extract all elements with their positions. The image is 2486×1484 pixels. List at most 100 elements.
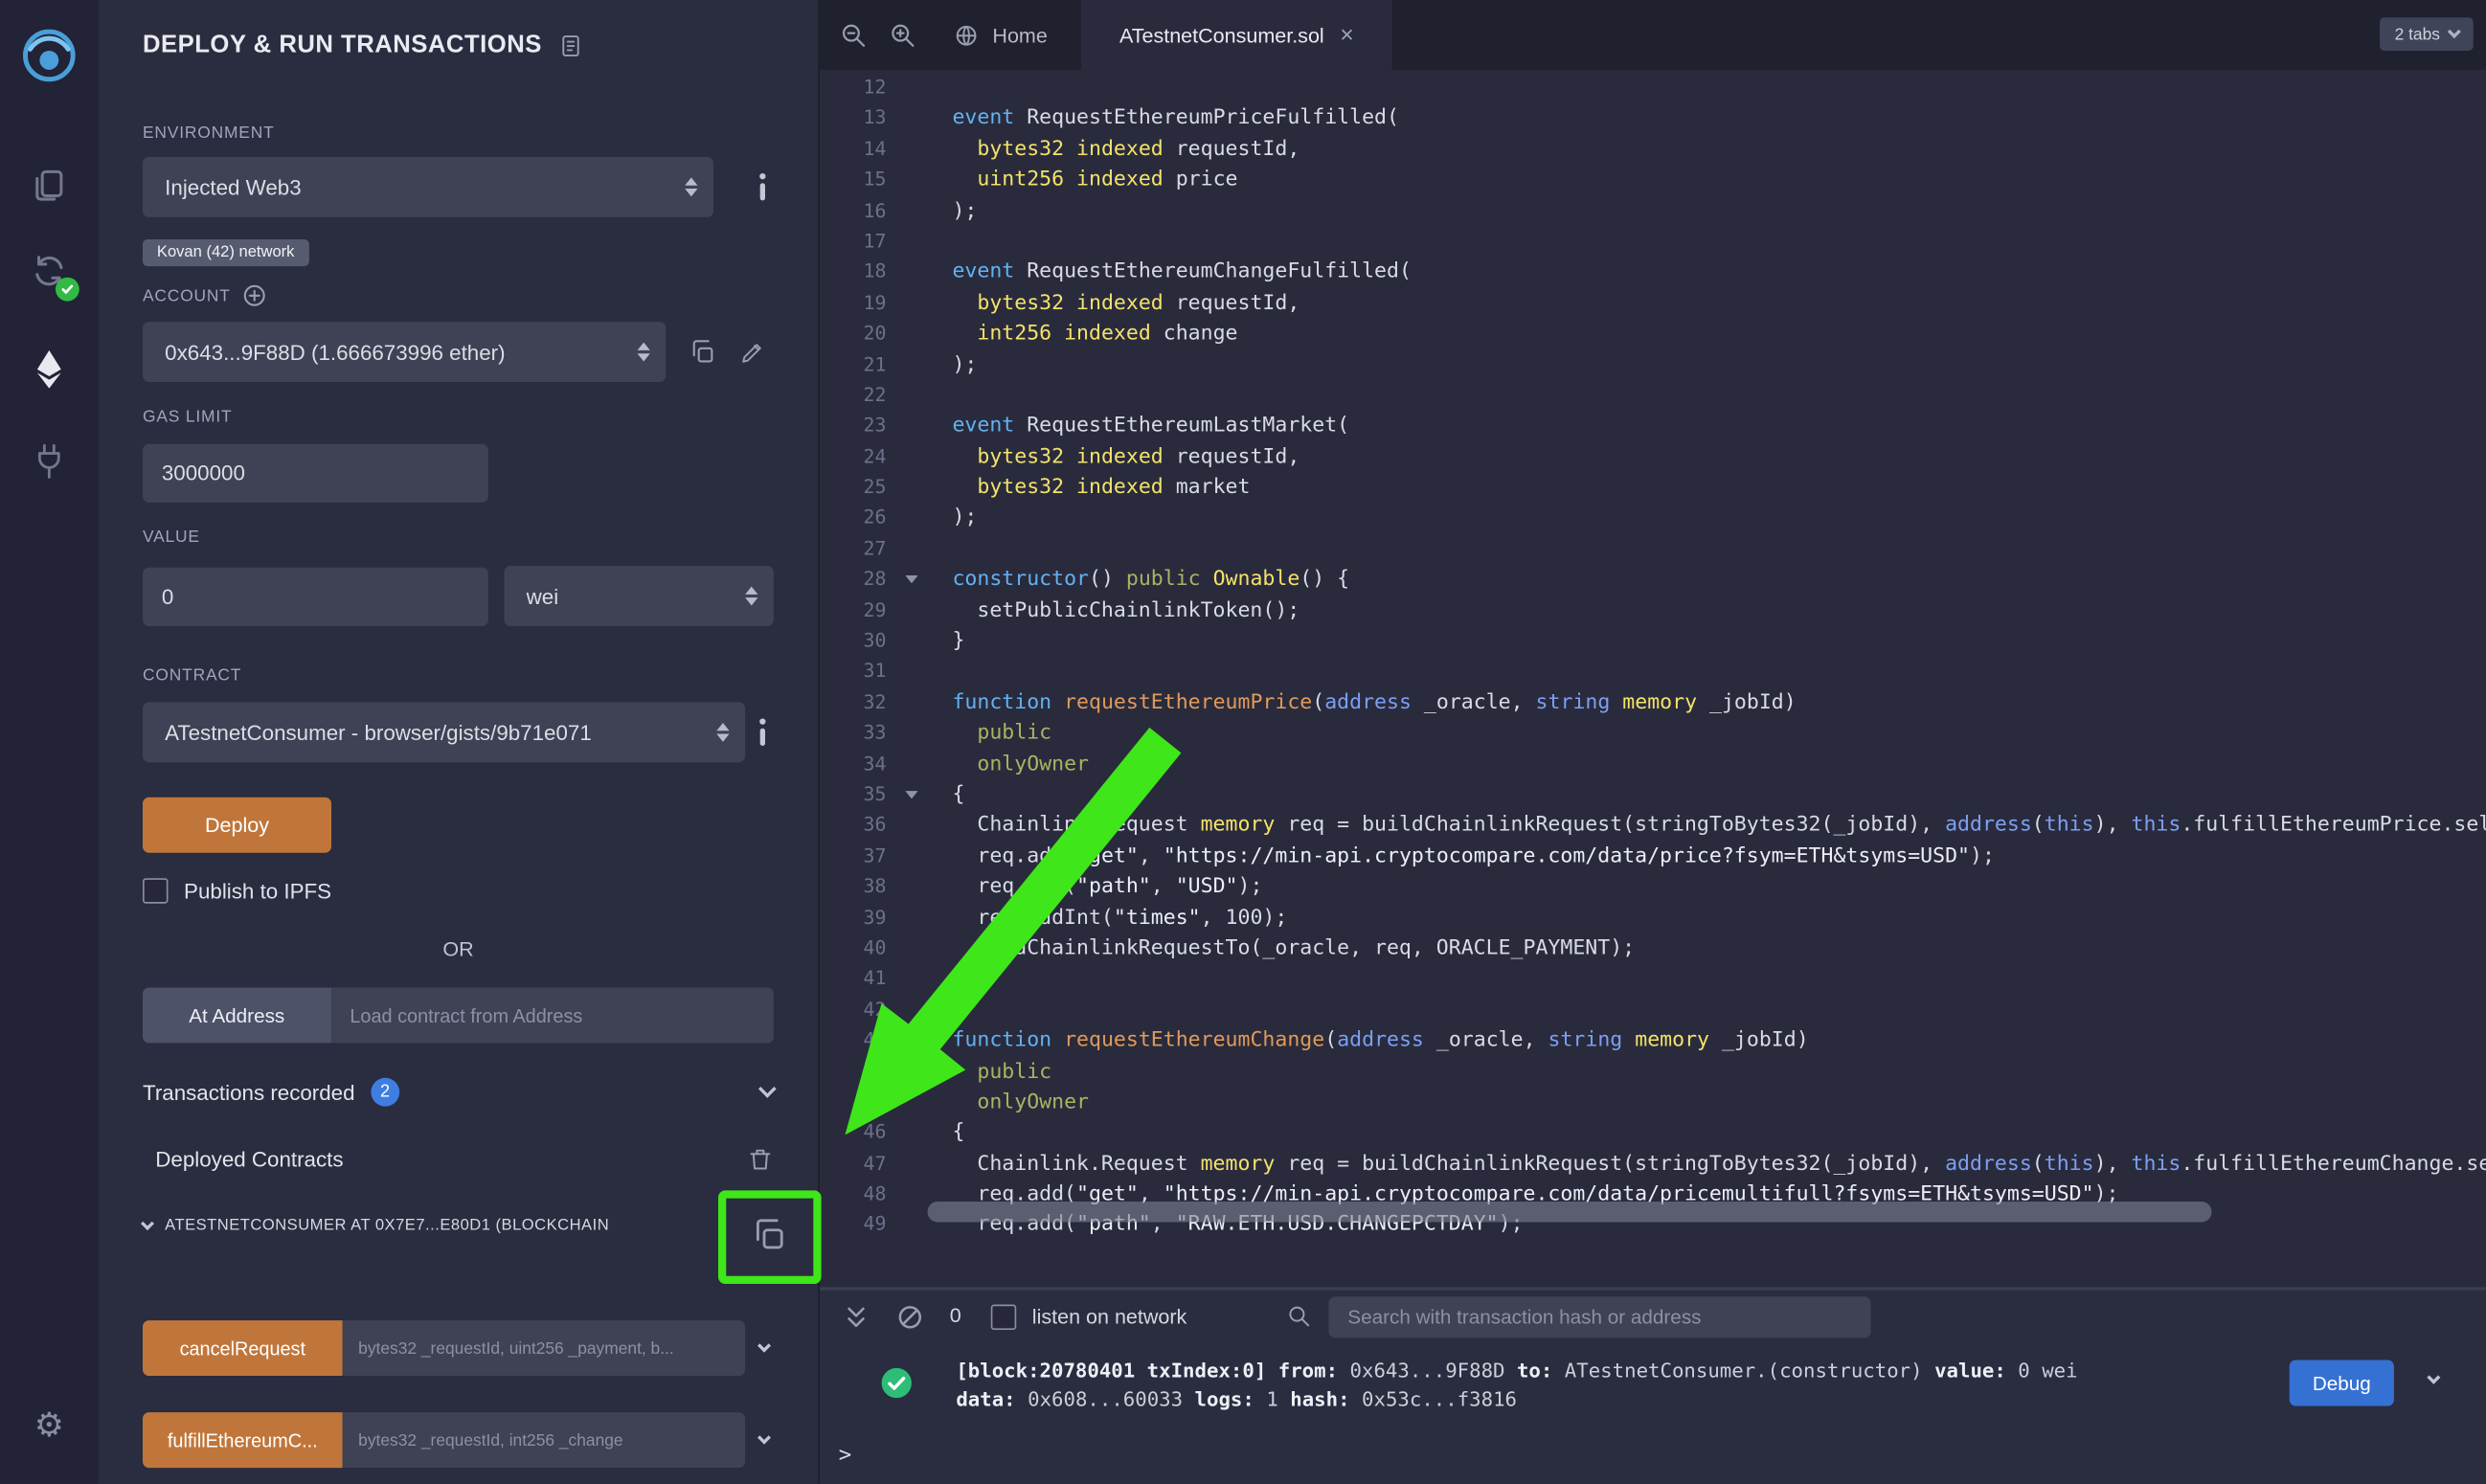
code-line[interactable]: 44 public bbox=[820, 1056, 2486, 1087]
code-line[interactable]: 24 bytes32 indexed requestId, bbox=[820, 441, 2486, 472]
log-expand-chevron-icon[interactable] bbox=[2427, 1371, 2440, 1384]
code-line[interactable]: 17 bbox=[820, 227, 2486, 258]
gas-limit-input[interactable] bbox=[143, 444, 488, 503]
fulfillethereumchange-button[interactable]: fulfillEthereumC... bbox=[143, 1412, 343, 1468]
environment-info-icon[interactable] bbox=[752, 172, 774, 201]
code-line[interactable]: 46 { bbox=[820, 1118, 2486, 1149]
solidity-compiler-icon[interactable] bbox=[0, 235, 99, 307]
code-line[interactable]: 28 constructor() public Ownable() { bbox=[820, 565, 2486, 596]
code-line[interactable]: 40 sendChainlinkRequestTo(_oracle, req, … bbox=[820, 933, 2486, 964]
deploy-button[interactable]: Deploy bbox=[143, 798, 331, 853]
line-number: 33 bbox=[820, 718, 895, 749]
terminal-log-entry[interactable]: [block:20780401 txIndex:0] from: 0x643..… bbox=[820, 1347, 2486, 1442]
file-explorer-icon[interactable] bbox=[0, 149, 99, 222]
contract-instance-header[interactable]: ATESTNETCONSUMER AT 0X7E7...E80D1 (BLOCK… bbox=[143, 1218, 774, 1235]
code-line[interactable]: 27 bbox=[820, 534, 2486, 565]
code-line[interactable]: 39 req.addInt("times", 100); bbox=[820, 903, 2486, 933]
docs-icon[interactable] bbox=[557, 34, 582, 58]
expand-terminal-icon[interactable] bbox=[842, 1303, 870, 1332]
environment-select[interactable]: Injected Web3 bbox=[143, 157, 713, 217]
code-line[interactable]: 47 Chainlink.Request memory req = buildC… bbox=[820, 1149, 2486, 1180]
terminal-search-input[interactable] bbox=[1328, 1296, 1870, 1338]
fulfill-expand-chevron-icon[interactable] bbox=[757, 1431, 771, 1445]
code-line[interactable]: 22 bbox=[820, 380, 2486, 411]
code-line[interactable]: 31 bbox=[820, 657, 2486, 687]
account-label-row: ACCOUNT bbox=[143, 283, 774, 307]
value-row: wei bbox=[143, 566, 774, 626]
code-line[interactable]: 45 onlyOwner bbox=[820, 1088, 2486, 1118]
listen-on-network-checkbox[interactable] bbox=[991, 1305, 1016, 1330]
sign-message-pencil-icon[interactable] bbox=[739, 338, 766, 365]
contract-select[interactable]: ATestnetConsumer - browser/gists/9b71e07… bbox=[143, 702, 745, 762]
code-line[interactable]: 18 event RequestEthereumChangeFulfilled( bbox=[820, 258, 2486, 288]
code-line[interactable]: 23 event RequestEthereumLastMarket( bbox=[820, 411, 2486, 441]
transactions-chevron-icon[interactable] bbox=[758, 1080, 777, 1098]
environment-label: ENVIRONMENT bbox=[143, 124, 774, 143]
zoom-out-icon[interactable] bbox=[839, 20, 869, 50]
at-address-input[interactable] bbox=[331, 987, 774, 1043]
line-number: 29 bbox=[820, 596, 895, 626]
code-line[interactable]: 29 setPublicChainlinkToken(); bbox=[820, 596, 2486, 626]
code-viewport[interactable]: 1213 event RequestEthereumPriceFulfilled… bbox=[820, 70, 2486, 1288]
line-number: 49 bbox=[820, 1210, 895, 1241]
settings-gear-icon[interactable]: ⚙ bbox=[0, 1388, 99, 1461]
instance-expand-chevron-icon[interactable] bbox=[141, 1217, 154, 1230]
terminal-search-icon bbox=[1286, 1303, 1313, 1330]
cancelrequest-params-input[interactable] bbox=[343, 1320, 746, 1376]
fold-caret-icon[interactable] bbox=[905, 576, 917, 584]
code-line[interactable]: 30 } bbox=[820, 626, 2486, 657]
publish-ipfs-checkbox[interactable] bbox=[143, 878, 168, 903]
zoom-in-icon[interactable] bbox=[888, 20, 917, 50]
clear-deployed-trash-icon[interactable] bbox=[747, 1146, 774, 1173]
code-line[interactable]: 26 ); bbox=[820, 504, 2486, 534]
code-line[interactable]: 12 bbox=[820, 73, 2486, 103]
add-account-icon[interactable] bbox=[243, 283, 267, 307]
fold-caret-icon[interactable] bbox=[905, 791, 917, 798]
tab-atestnetconsumer[interactable]: ATestnetConsumer.sol × bbox=[1081, 0, 1391, 70]
code-line[interactable]: 13 event RequestEthereumPriceFulfilled( bbox=[820, 103, 2486, 134]
gas-limit-row bbox=[143, 444, 774, 503]
fulfillethereumchange-params-input[interactable] bbox=[343, 1412, 746, 1468]
clear-console-icon[interactable] bbox=[895, 1303, 924, 1332]
tab-home[interactable]: Home bbox=[953, 21, 1048, 48]
code-line[interactable]: 38 req.add("path", "USD"); bbox=[820, 872, 2486, 903]
code-line[interactable]: 20 int256 indexed change bbox=[820, 319, 2486, 349]
code-line[interactable]: 35 { bbox=[820, 780, 2486, 811]
horizontal-scrollbar[interactable] bbox=[928, 1202, 2212, 1223]
or-divider: OR bbox=[143, 936, 774, 960]
contract-info-icon[interactable] bbox=[752, 718, 774, 747]
code-editor: Home ATestnetConsumer.sol × 2 tabs 1213 … bbox=[820, 0, 2486, 1287]
at-address-button[interactable]: At Address bbox=[143, 987, 330, 1043]
debug-button[interactable]: Debug bbox=[2290, 1360, 2394, 1406]
panel-title-row: DEPLOY & RUN TRANSACTIONS bbox=[143, 32, 774, 60]
close-tab-icon[interactable]: × bbox=[1340, 23, 1354, 47]
line-number: 42 bbox=[820, 995, 895, 1025]
code-line[interactable]: 43 function requestEthereumChange(addres… bbox=[820, 1025, 2486, 1056]
code-line[interactable]: 42 bbox=[820, 995, 2486, 1025]
code-line[interactable]: 32 function requestEthereumPrice(address… bbox=[820, 687, 2486, 718]
code-line[interactable]: 21 ); bbox=[820, 349, 2486, 380]
code-line[interactable]: 19 bytes32 indexed requestId, bbox=[820, 288, 2486, 319]
copy-account-icon[interactable] bbox=[689, 338, 717, 367]
copy-instance-address-icon[interactable] bbox=[745, 1211, 793, 1259]
code-line[interactable]: 36 Chainlink.Request memory req = buildC… bbox=[820, 811, 2486, 842]
code-line[interactable]: 15 uint256 indexed price bbox=[820, 165, 2486, 195]
account-select[interactable]: 0x643...9F88D (1.666673996 ether) bbox=[143, 322, 666, 382]
globe-icon bbox=[953, 21, 980, 48]
cancelrequest-expand-chevron-icon[interactable] bbox=[757, 1339, 771, 1353]
deploy-run-icon[interactable] bbox=[0, 333, 99, 406]
code-line[interactable]: 16 ); bbox=[820, 196, 2486, 227]
terminal-prompt[interactable]: > bbox=[839, 1443, 851, 1468]
code-line[interactable]: 25 bytes32 indexed market bbox=[820, 472, 2486, 503]
tabs-count-dropdown[interactable]: 2 tabs bbox=[2381, 17, 2474, 51]
code-line[interactable]: 14 bytes32 indexed requestId, bbox=[820, 134, 2486, 165]
cancelrequest-button[interactable]: cancelRequest bbox=[143, 1320, 343, 1376]
value-input[interactable] bbox=[143, 567, 488, 625]
code-line[interactable]: 37 req.add("get", "https://min-api.crypt… bbox=[820, 842, 2486, 872]
code-line[interactable]: 41 } bbox=[820, 964, 2486, 995]
code-line[interactable]: 33 public bbox=[820, 718, 2486, 749]
value-unit-select[interactable]: wei bbox=[504, 566, 773, 626]
plugin-manager-icon[interactable] bbox=[0, 425, 99, 498]
remix-logo-icon[interactable] bbox=[16, 22, 83, 89]
code-line[interactable]: 34 onlyOwner bbox=[820, 749, 2486, 779]
